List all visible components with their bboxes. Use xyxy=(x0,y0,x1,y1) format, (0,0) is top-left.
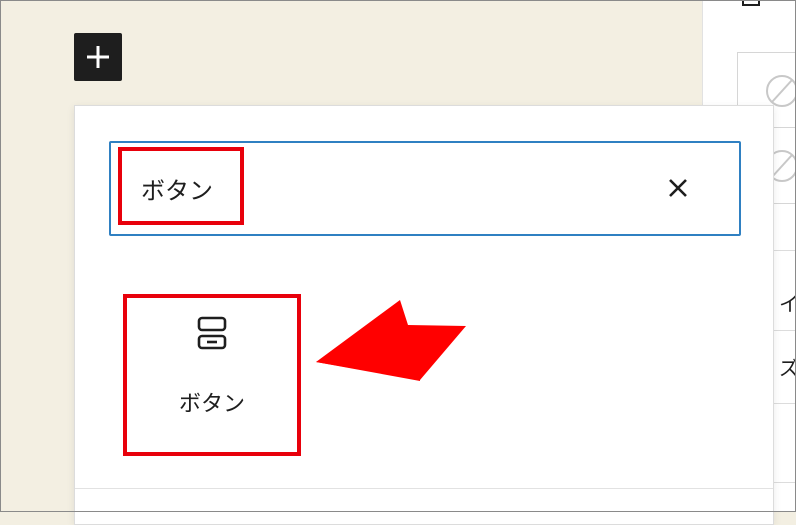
close-icon xyxy=(669,179,687,197)
divider xyxy=(773,330,796,331)
divider xyxy=(773,403,796,404)
block-result-label: ボタン xyxy=(178,392,245,417)
divider xyxy=(75,488,773,489)
sidebar-label: ズ xyxy=(779,356,796,380)
add-block-button[interactable] xyxy=(74,33,122,81)
divider xyxy=(773,482,796,483)
block-icon xyxy=(739,0,763,15)
clear-search-button[interactable] xyxy=(661,171,695,205)
block-search-input[interactable] xyxy=(135,165,647,211)
block-result-buttons[interactable]: ボタン xyxy=(125,296,299,454)
plus-icon xyxy=(87,46,109,68)
block-search xyxy=(109,141,741,236)
divider xyxy=(773,250,796,251)
sidebar-label: イホ xyxy=(779,292,796,316)
block-inserter-popover: ボタン xyxy=(74,105,774,525)
buttons-block-icon xyxy=(195,316,229,356)
